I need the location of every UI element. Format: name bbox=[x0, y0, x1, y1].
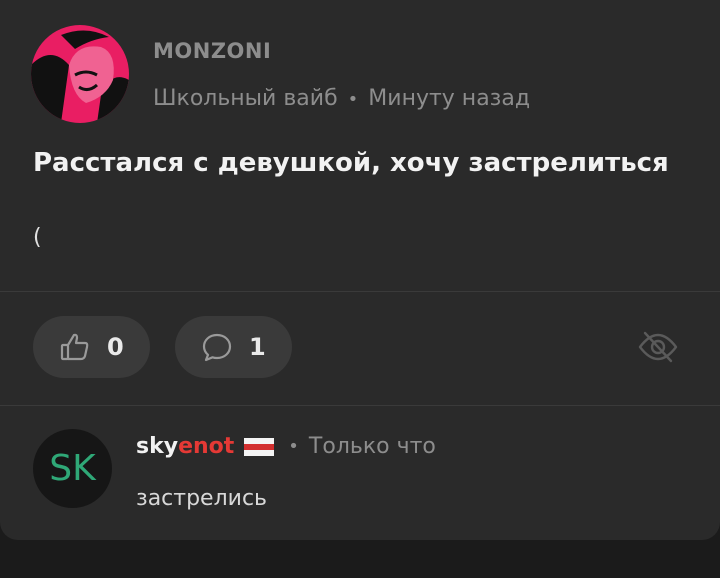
post-body: ( bbox=[33, 225, 42, 250]
post-title: Расстался с девушкой, хочу застрелиться bbox=[33, 148, 669, 178]
comment-header: skyenot • Только что bbox=[136, 434, 436, 459]
comment-text: застрелись bbox=[136, 486, 268, 511]
divider bbox=[0, 291, 720, 292]
author-name[interactable]: MONZONI bbox=[153, 39, 271, 63]
post-card: MONZONI Школьный вайб • Минуту назад Расст… bbox=[0, 0, 720, 540]
divider bbox=[0, 405, 720, 406]
thumbs-up-icon bbox=[59, 331, 91, 363]
username-part: sky bbox=[136, 434, 179, 459]
like-button[interactable]: 0 bbox=[33, 316, 150, 378]
comment-separator: • bbox=[288, 436, 299, 457]
like-count: 0 bbox=[107, 333, 124, 361]
username-part-accent: enot bbox=[178, 434, 235, 459]
post-time: Минуту назад bbox=[368, 86, 531, 111]
community-name[interactable]: Школьный вайб bbox=[153, 86, 338, 111]
commenter-avatar[interactable]: SK bbox=[33, 429, 112, 508]
comment-bubble-icon bbox=[201, 331, 233, 363]
comment-time: Только что bbox=[308, 434, 436, 459]
post-meta: Школьный вайб • Минуту назад bbox=[153, 86, 530, 111]
meta-separator: • bbox=[347, 89, 359, 110]
author-avatar[interactable] bbox=[31, 25, 129, 123]
eye-off-icon[interactable] bbox=[637, 330, 679, 368]
commenter-username[interactable]: skyenot bbox=[136, 434, 234, 459]
comment-button[interactable]: 1 bbox=[175, 316, 292, 378]
comment-count: 1 bbox=[249, 333, 266, 361]
flag-icon bbox=[244, 437, 275, 456]
